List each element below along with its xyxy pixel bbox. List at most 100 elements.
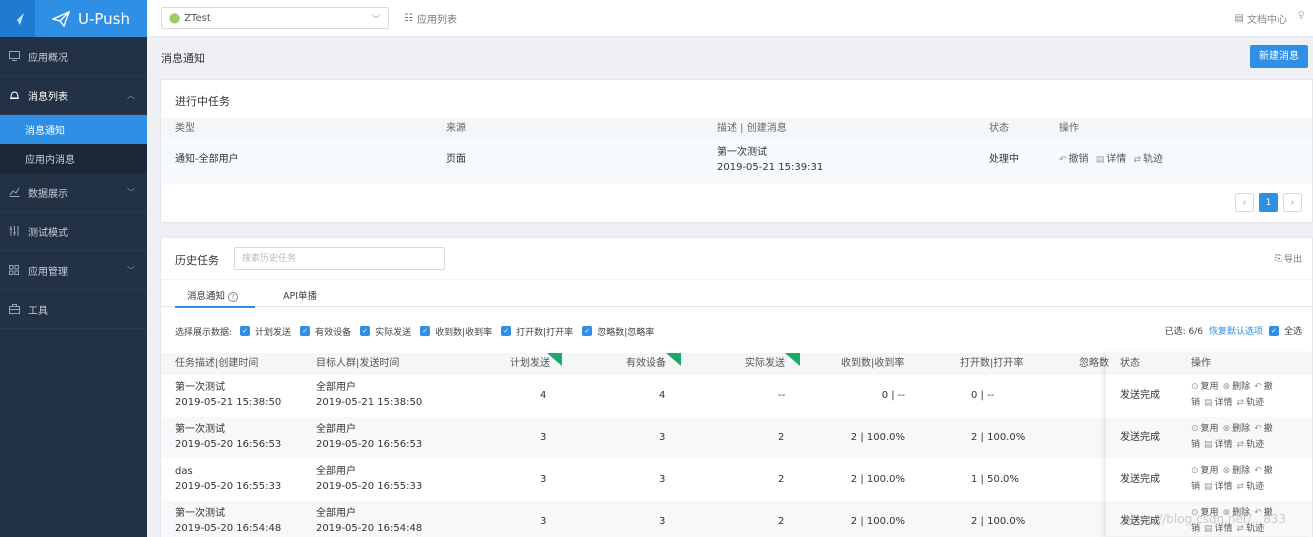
track-label: 轨迹	[1246, 398, 1265, 408]
history-search-input[interactable]	[234, 247, 445, 270]
row-recv: 0 | --	[881, 390, 905, 401]
pager-prev-button[interactable]: ‹	[1235, 193, 1254, 212]
toolbox-icon	[8, 303, 20, 315]
undo-action-cont[interactable]: 销	[1191, 395, 1200, 411]
check-icon: ✓	[300, 326, 311, 336]
undo-action[interactable]: ↶ 撤销	[1059, 153, 1089, 167]
row-actions: ⊙ 复用 ⊗ 删除 ↶ 撤销 ▤ 详情 ⇄ 轨迹	[1191, 421, 1283, 453]
sidebar-item-data[interactable]: 数据展示 ﹀	[0, 173, 147, 212]
selected-count: 已选: 6/6	[1164, 327, 1203, 337]
col-status: 状态	[1120, 358, 1140, 369]
sidebar-item-tools[interactable]: 工具	[0, 290, 147, 329]
undo-icon: ↶	[1059, 155, 1067, 165]
sidebar-sub-notification[interactable]: 消息通知	[0, 115, 147, 144]
reuse-icon: ⊙	[1191, 466, 1199, 476]
bird-logo-icon[interactable]	[0, 0, 35, 37]
reuse-action[interactable]: ⊙ 复用	[1191, 421, 1219, 437]
filter-text: 有效设备	[315, 327, 352, 338]
undo-action-cont[interactable]: 销	[1191, 479, 1200, 495]
row-actual: --	[778, 390, 786, 401]
delete-action[interactable]: ⊗ 删除	[1223, 463, 1251, 479]
filter-plan-checkbox[interactable]: ✓ 计划发送	[240, 325, 291, 338]
page-title: 消息通知	[161, 52, 205, 65]
col-actions: 操作	[1059, 123, 1079, 134]
sidebar-item-messages[interactable]: 消息列表 ︿	[0, 76, 147, 115]
export-label: 导出	[1283, 255, 1302, 265]
active-tasks-card: 进行中任务 类型 来源 描述 | 创建消息 状态 操作 通知-全部用户 页面 第…	[160, 79, 1313, 223]
row-actions: ⊙ 复用 ⊗ 删除 ↶ 撤销 ▤ 详情 ⇄ 轨迹	[1191, 379, 1283, 411]
row-valid: 3	[659, 432, 666, 443]
detail-action[interactable]: ▤ 详情	[1096, 153, 1127, 167]
row-valid: 4	[659, 390, 666, 401]
tab-notification[interactable]: 消息通知?	[187, 288, 239, 302]
filter-actual-checkbox[interactable]: ✓ 实际发送	[360, 325, 411, 338]
app-list-link[interactable]: ☷ 应用列表	[404, 11, 457, 26]
check-icon: ✓	[420, 326, 431, 336]
undo-action[interactable]: ↶ 撤	[1254, 463, 1273, 479]
col-target: 目标人群|发送时间	[316, 358, 400, 369]
undo-action-cont[interactable]: 销	[1191, 437, 1200, 453]
android-icon: ⬤	[169, 12, 181, 24]
row-plan: 3	[540, 432, 547, 443]
history-title: 历史任务	[175, 254, 219, 267]
select-all-label: 全选	[1283, 327, 1302, 337]
delete-icon: ⊗	[1222, 424, 1231, 434]
row-recv: 2 | 100.0%	[850, 516, 905, 527]
export-icon: ⎘	[1274, 253, 1282, 264]
restore-default-link[interactable]: 恢复默认选项	[1209, 324, 1263, 337]
reuse-label: 复用	[1200, 466, 1219, 476]
new-badge-icon	[785, 353, 800, 366]
sidebar-item-overview[interactable]: 应用概况	[0, 37, 147, 76]
chevron-down-icon: ﹀	[372, 15, 380, 24]
select-all-checkbox[interactable]: ✓ 全选	[1268, 324, 1302, 337]
track-action[interactable]: ⇄ 轨迹	[1237, 479, 1265, 495]
check-icon: ✓	[360, 326, 371, 336]
undo-label-cont: 销	[1191, 398, 1201, 408]
row-desc: das	[175, 466, 193, 477]
filter-ignore-checkbox[interactable]: ✓ 忽略数|忽略率	[582, 325, 654, 338]
watermark: https://blog.csdn.net/...833	[1123, 512, 1286, 526]
reuse-action[interactable]: ⊙ 复用	[1191, 463, 1219, 479]
filter-valid-checkbox[interactable]: ✓ 有效设备	[300, 325, 351, 338]
pager-next-button[interactable]: ›	[1283, 193, 1302, 212]
row-actual: 2	[778, 432, 785, 443]
col-desc: 描述 | 创建消息	[717, 123, 787, 134]
sidebar-sub-label: 消息通知	[25, 126, 65, 137]
track-icon: ⇄	[1236, 482, 1245, 492]
track-action[interactable]: ⇄ 轨迹	[1237, 395, 1265, 411]
track-action[interactable]: ⇄ 轨迹	[1133, 153, 1163, 167]
check-icon: ✓	[582, 326, 593, 336]
detail-action[interactable]: ▤ 详情	[1204, 395, 1233, 411]
detail-action[interactable]: ▤ 详情	[1204, 437, 1233, 453]
undo-action[interactable]: ↶ 撤	[1254, 421, 1273, 437]
doc-center-link[interactable]: ▤ 文档中心	[1235, 11, 1287, 26]
app-select[interactable]: ⬤ ZTest ﹀	[161, 7, 389, 29]
delete-action[interactable]: ⊗ 删除	[1223, 379, 1251, 395]
detail-action[interactable]: ▤ 详情	[1204, 479, 1233, 495]
help-icon[interactable]: ?	[228, 292, 239, 302]
undo-icon: ↶	[1254, 424, 1262, 434]
brand-logo[interactable]: U-Push	[35, 10, 147, 28]
filter-open-checkbox[interactable]: ✓ 打开数|打开率	[501, 325, 573, 338]
delete-action[interactable]: ⊗ 删除	[1223, 421, 1251, 437]
col-open: 打开数|打开率	[960, 358, 1024, 369]
track-label: 轨迹	[1246, 482, 1265, 492]
track-action[interactable]: ⇄ 轨迹	[1237, 437, 1265, 453]
col-task-desc: 任务描述|创建时间	[175, 358, 259, 369]
pager-page-button[interactable]: 1	[1259, 193, 1278, 212]
sidebar-sub-inapp[interactable]: 应用内消息	[0, 144, 147, 173]
history-table-header: 任务描述|创建时间 目标人群|发送时间 计划发送 有效设备 实际发送 收到数|收…	[161, 353, 1312, 375]
reuse-action[interactable]: ⊙ 复用	[1191, 379, 1219, 395]
undo-action[interactable]: ↶ 撤	[1254, 379, 1273, 395]
filter-recv-checkbox[interactable]: ✓ 收到数|收到率	[420, 325, 492, 338]
sidebar-item-test[interactable]: 测试模式	[0, 212, 147, 251]
main-content: 消息通知 新建消息 进行中任务 类型 来源 描述 | 创建消息 状态 操作 通知…	[147, 37, 1313, 537]
delete-label: 删除	[1232, 466, 1251, 476]
sidebar-item-apps[interactable]: 应用管理 ﹀	[0, 251, 147, 290]
col-source: 来源	[446, 123, 466, 134]
new-message-button[interactable]: 新建消息	[1250, 45, 1308, 68]
export-button[interactable]: ⎘ 导出	[1274, 252, 1302, 266]
tab-api-unicast[interactable]: API单播	[283, 288, 317, 302]
sidebar-item-label: 应用概况	[28, 52, 68, 64]
lightbulb-icon[interactable]: ♀	[1298, 10, 1305, 21]
